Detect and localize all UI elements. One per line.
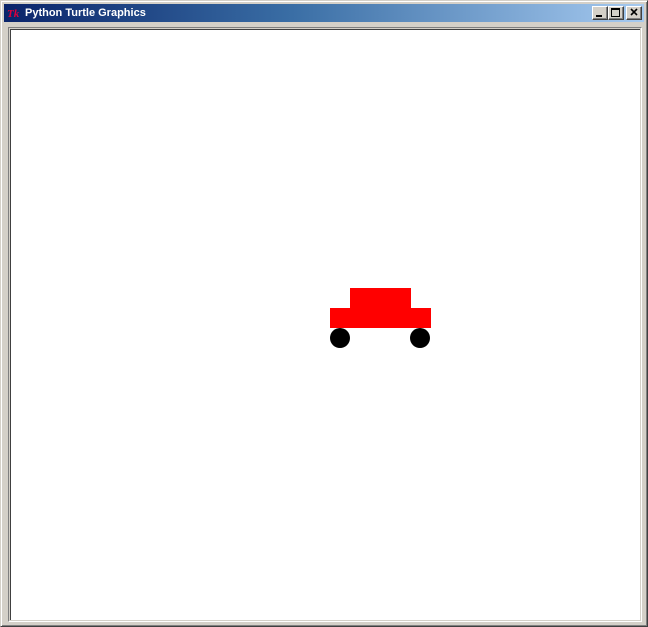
car-drawing — [330, 288, 431, 348]
svg-text:Tk: Tk — [7, 8, 20, 19]
turtle-window: Tk Python Turtle Graphics — [0, 0, 648, 627]
title-bar[interactable]: Tk Python Turtle Graphics — [4, 4, 644, 22]
car-wheel-left — [330, 328, 350, 348]
maximize-button[interactable] — [608, 6, 624, 20]
minimize-button[interactable] — [592, 6, 608, 20]
window-controls — [592, 6, 642, 20]
car-wheel-right — [410, 328, 430, 348]
canvas-frame — [8, 27, 642, 622]
car-roof — [350, 288, 411, 309]
window-title: Python Turtle Graphics — [25, 7, 146, 19]
tk-feather-icon[interactable]: Tk — [6, 5, 22, 21]
minimize-icon — [596, 15, 602, 17]
close-button[interactable] — [626, 6, 642, 20]
turtle-canvas[interactable] — [10, 29, 640, 620]
close-icon — [630, 8, 638, 16]
maximize-icon — [611, 8, 620, 17]
car-body — [330, 308, 431, 328]
